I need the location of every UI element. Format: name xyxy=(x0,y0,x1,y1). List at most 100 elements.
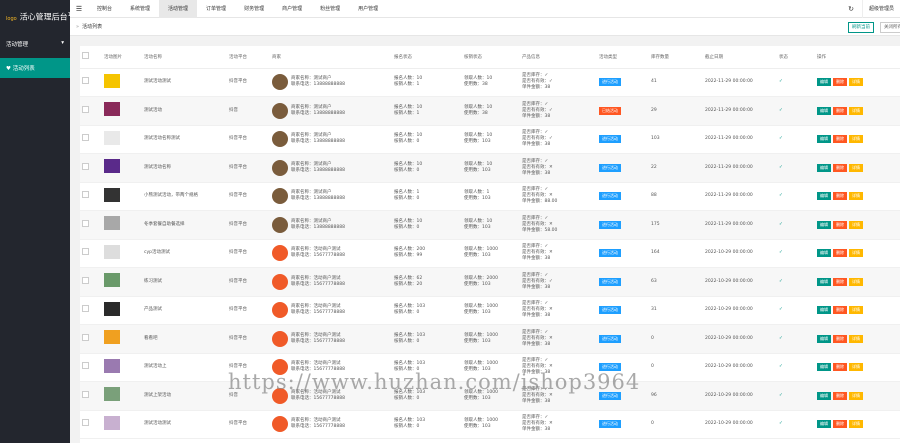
detail-button[interactable]: 详情 xyxy=(849,106,863,115)
detail-button[interactable]: 详情 xyxy=(849,420,863,429)
edit-button[interactable]: 编辑 xyxy=(817,192,831,201)
user-menu[interactable]: 超级管理员 xyxy=(861,0,900,18)
status-check-icon[interactable]: ✓ xyxy=(777,68,815,97)
delete-button[interactable]: 删除 xyxy=(833,135,847,144)
edit-button[interactable]: 编辑 xyxy=(817,220,831,229)
detail-button[interactable]: 详情 xyxy=(849,192,863,201)
activity-thumbnail[interactable] xyxy=(104,244,120,259)
edit-button[interactable]: 编辑 xyxy=(817,363,831,372)
detail-button[interactable]: 详情 xyxy=(849,277,863,286)
edit-button[interactable]: 编辑 xyxy=(817,391,831,400)
delete-button[interactable]: 删除 xyxy=(833,163,847,172)
sidebar-item-activity-list[interactable]: ♥ 活动列表 xyxy=(0,58,70,78)
delete-button[interactable]: 删除 xyxy=(833,249,847,258)
delete-button[interactable]: 删除 xyxy=(833,277,847,286)
status-check-icon[interactable]: ✓ xyxy=(777,296,815,325)
detail-button[interactable]: 详情 xyxy=(849,78,863,87)
row-checkbox-cell[interactable] xyxy=(80,125,102,154)
status-check-icon[interactable]: ✓ xyxy=(777,96,815,126)
detail-button[interactable]: 详情 xyxy=(849,249,863,258)
row-checkbox[interactable] xyxy=(82,134,89,142)
edit-button[interactable]: 编辑 xyxy=(817,306,831,315)
delete-button[interactable]: 删除 xyxy=(833,106,847,115)
delete-button[interactable]: 删除 xyxy=(833,306,847,315)
row-checkbox-cell[interactable] xyxy=(80,353,102,382)
edit-button[interactable]: 编辑 xyxy=(817,135,831,144)
row-checkbox-cell[interactable] xyxy=(80,182,102,211)
delete-button[interactable]: 删除 xyxy=(833,334,847,343)
row-checkbox[interactable] xyxy=(82,390,89,398)
activity-thumbnail[interactable] xyxy=(104,216,120,231)
row-checkbox-cell[interactable] xyxy=(80,324,102,354)
row-checkbox-cell[interactable] xyxy=(80,153,102,183)
sidebar-group-activity[interactable]: 活动管理 ▾ xyxy=(0,30,70,58)
close-all-button[interactable]: 关闭所有 xyxy=(880,22,900,33)
status-check-icon[interactable]: ✓ xyxy=(777,267,815,297)
status-check-icon[interactable]: ✓ xyxy=(777,210,815,240)
row-checkbox[interactable] xyxy=(82,276,89,284)
row-checkbox-cell[interactable] xyxy=(80,381,102,411)
row-checkbox-cell[interactable] xyxy=(80,296,102,325)
delete-button[interactable]: 删除 xyxy=(833,78,847,87)
nav-item[interactable]: 财务管理 xyxy=(235,0,273,18)
delete-button[interactable]: 删除 xyxy=(833,220,847,229)
status-check-icon[interactable]: ✓ xyxy=(777,182,815,211)
row-checkbox[interactable] xyxy=(82,191,89,199)
detail-button[interactable]: 详情 xyxy=(849,220,863,229)
detail-button[interactable]: 详情 xyxy=(849,334,863,343)
delete-button[interactable]: 删除 xyxy=(833,363,847,372)
row-checkbox-cell[interactable] xyxy=(80,68,102,97)
edit-button[interactable]: 编辑 xyxy=(817,249,831,258)
nav-item[interactable]: 用户管理 xyxy=(349,0,387,18)
refresh-icon[interactable]: ↻ xyxy=(840,5,862,13)
delete-button[interactable]: 删除 xyxy=(833,391,847,400)
nav-item[interactable]: 商户管理 xyxy=(273,0,311,18)
activity-thumbnail[interactable] xyxy=(104,159,120,174)
row-checkbox-cell[interactable] xyxy=(80,210,102,240)
row-checkbox-cell[interactable] xyxy=(80,239,102,268)
nav-item[interactable]: 粉丝管理 xyxy=(311,0,349,18)
activity-thumbnail[interactable] xyxy=(104,330,120,345)
detail-button[interactable]: 详情 xyxy=(849,306,863,315)
activity-thumbnail[interactable] xyxy=(104,102,120,117)
nav-item[interactable]: 控制台 xyxy=(88,0,121,18)
nav-item[interactable]: 活动管理 xyxy=(159,0,198,18)
detail-button[interactable]: 详情 xyxy=(849,363,863,372)
menu-toggle-icon[interactable]: ☰ xyxy=(70,5,88,13)
delete-button[interactable]: 删除 xyxy=(833,420,847,429)
activity-thumbnail[interactable] xyxy=(104,73,120,88)
status-check-icon[interactable]: ✓ xyxy=(777,381,815,411)
edit-button[interactable]: 编辑 xyxy=(817,334,831,343)
edit-button[interactable]: 编辑 xyxy=(817,420,831,429)
row-checkbox[interactable] xyxy=(82,248,89,256)
row-checkbox[interactable] xyxy=(82,219,89,227)
row-checkbox[interactable] xyxy=(82,162,89,170)
row-checkbox[interactable] xyxy=(82,305,89,313)
activity-thumbnail[interactable] xyxy=(104,187,120,202)
activity-thumbnail[interactable] xyxy=(104,130,120,145)
activity-thumbnail[interactable] xyxy=(104,301,120,316)
edit-button[interactable]: 编辑 xyxy=(817,163,831,172)
status-check-icon[interactable]: ✓ xyxy=(777,125,815,154)
nav-item[interactable]: 订单管理 xyxy=(197,0,235,18)
row-checkbox[interactable] xyxy=(82,77,89,85)
detail-button[interactable]: 详情 xyxy=(849,163,863,172)
edit-button[interactable]: 编辑 xyxy=(817,78,831,87)
detail-button[interactable]: 详情 xyxy=(849,391,863,400)
row-checkbox[interactable] xyxy=(82,362,89,370)
row-checkbox-cell[interactable] xyxy=(80,96,102,126)
status-check-icon[interactable]: ✓ xyxy=(777,353,815,382)
status-check-icon[interactable]: ✓ xyxy=(777,324,815,354)
select-all-checkbox[interactable] xyxy=(82,52,89,60)
edit-button[interactable]: 编辑 xyxy=(817,106,831,115)
refresh-tab-button[interactable]: 刷新当前 xyxy=(848,22,874,33)
activity-thumbnail[interactable] xyxy=(104,387,120,402)
select-all-checkbox-cell[interactable] xyxy=(80,46,102,69)
activity-thumbnail[interactable] xyxy=(104,415,120,430)
row-checkbox-cell[interactable] xyxy=(80,410,102,439)
delete-button[interactable]: 删除 xyxy=(833,192,847,201)
status-check-icon[interactable]: ✓ xyxy=(777,153,815,183)
row-checkbox[interactable] xyxy=(82,105,89,113)
status-check-icon[interactable]: ✓ xyxy=(777,410,815,439)
breadcrumb[interactable]: » 活动列表 xyxy=(70,23,102,30)
